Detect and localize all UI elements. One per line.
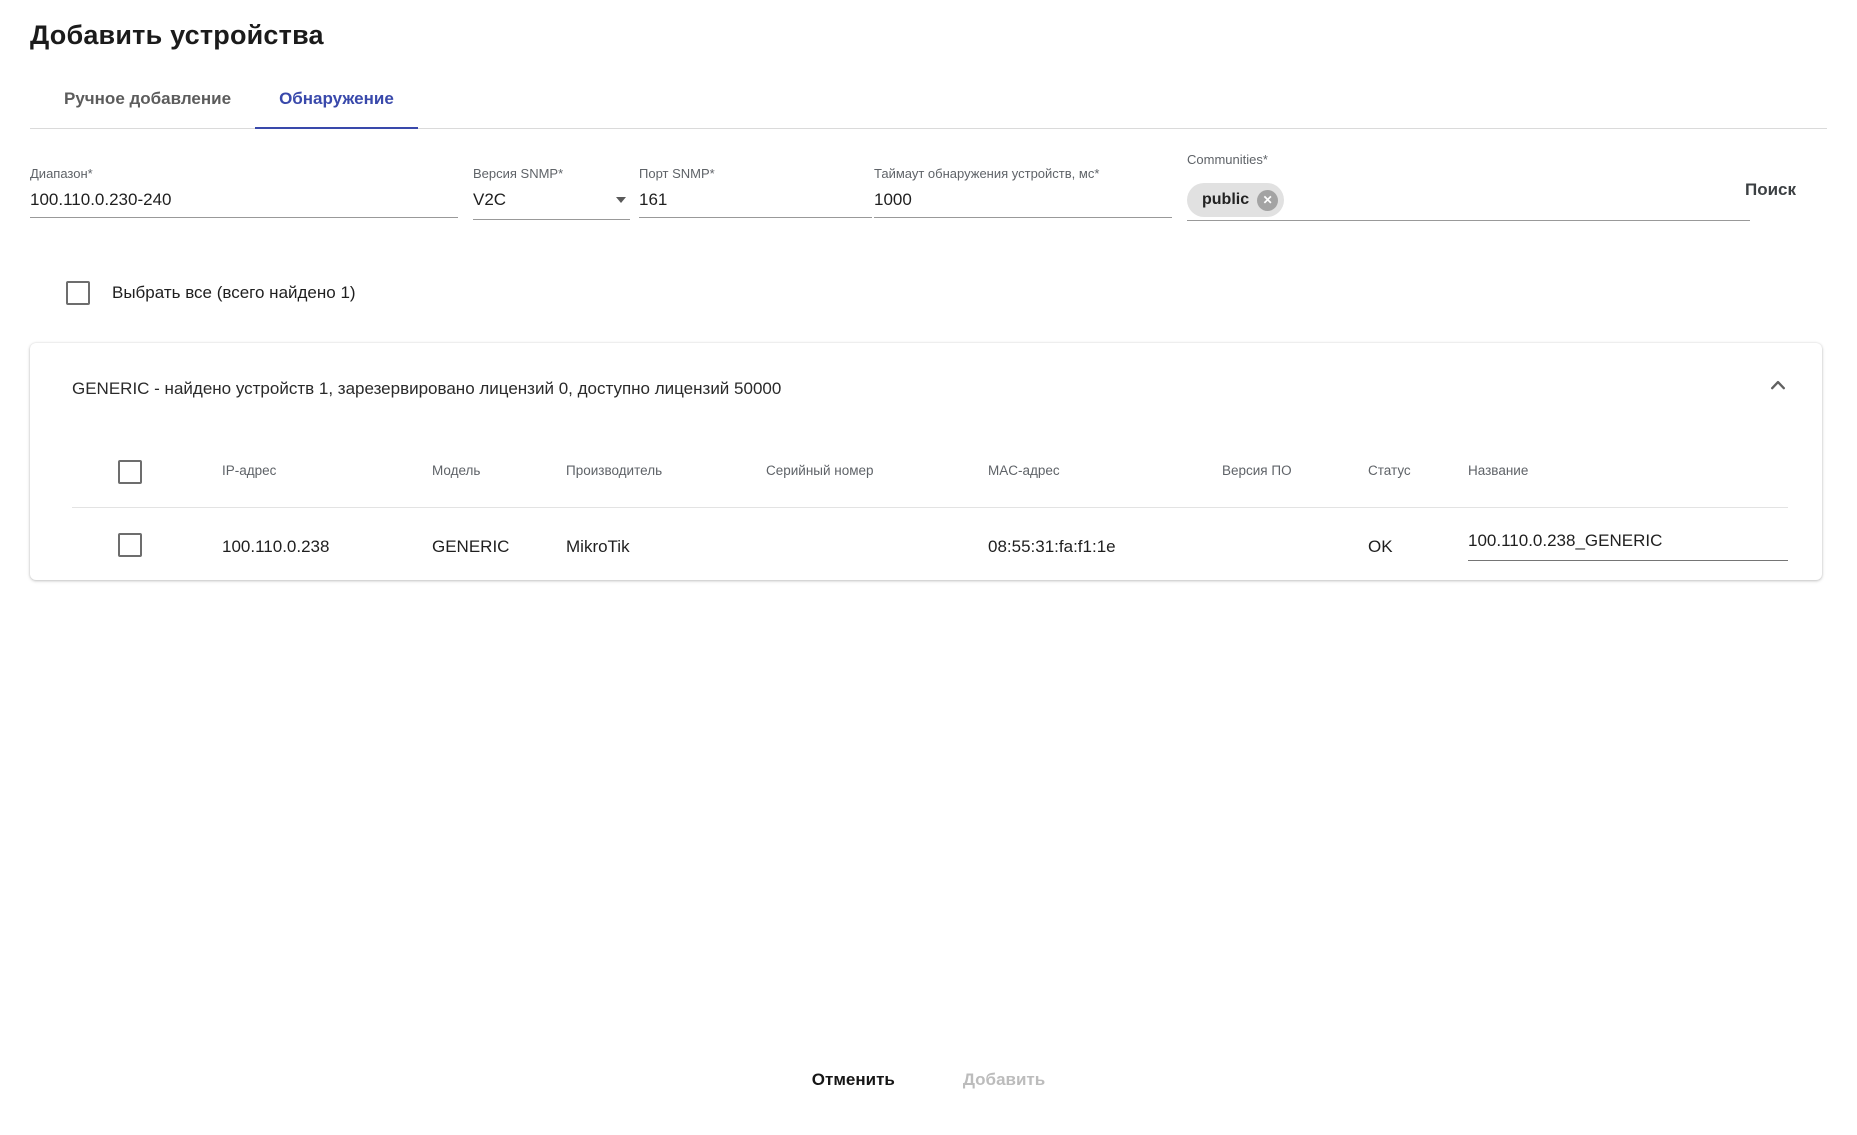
tab-manual-add[interactable]: Ручное добавление bbox=[40, 70, 255, 129]
communities-chip-input[interactable]: public ✕ bbox=[1187, 183, 1750, 221]
col-header-status: Статус bbox=[1368, 463, 1411, 478]
chevron-down-icon bbox=[616, 197, 626, 203]
range-label: Диапазон* bbox=[30, 166, 93, 181]
row-name-input[interactable] bbox=[1468, 529, 1788, 561]
add-devices-page: Добавить устройства Ручное добавление Об… bbox=[0, 0, 1857, 1135]
select-all-label: Выбрать все (всего найдено 1) bbox=[112, 283, 356, 302]
community-chip[interactable]: public ✕ bbox=[1187, 183, 1285, 217]
row-mac: 08:55:31:fa:f1:1e bbox=[988, 537, 1116, 556]
page-title: Добавить устройства bbox=[30, 20, 324, 50]
row-status: OK bbox=[1368, 537, 1393, 556]
cancel-button[interactable]: Отменить bbox=[800, 1062, 907, 1098]
chevron-up-icon bbox=[1764, 380, 1792, 402]
snmp-port-input[interactable] bbox=[639, 188, 872, 218]
col-header-ip: IP-адрес bbox=[222, 463, 277, 478]
row-vendor: MikroTik bbox=[566, 537, 630, 556]
row-model: GENERIC bbox=[432, 537, 510, 556]
dialog-actions: Отменить Добавить bbox=[0, 1062, 1857, 1098]
chip-remove-icon[interactable]: ✕ bbox=[1257, 189, 1279, 211]
community-chip-label: public bbox=[1202, 191, 1250, 208]
row-checkbox[interactable] bbox=[118, 533, 142, 557]
collapse-group-button[interactable] bbox=[1764, 371, 1792, 399]
col-header-mac: MAC-адрес bbox=[988, 463, 1060, 478]
timeout-field: Таймаут обнаружения устройств, мс* bbox=[874, 166, 1172, 218]
select-all-row: Выбрать все (всего найдено 1) bbox=[66, 281, 356, 305]
snmp-version-field: Версия SNMP* V2C bbox=[473, 166, 630, 220]
tab-bar: Ручное добавление Обнаружение bbox=[30, 70, 1827, 129]
timeout-input[interactable] bbox=[874, 188, 1172, 218]
table-header-divider bbox=[72, 507, 1788, 508]
snmp-port-field: Порт SNMP* bbox=[639, 166, 872, 218]
snmp-version-select[interactable]: V2C bbox=[473, 188, 630, 220]
communities-label: Communities* bbox=[1187, 152, 1268, 167]
snmp-version-label: Версия SNMP* bbox=[473, 166, 564, 181]
range-input[interactable] bbox=[30, 188, 458, 218]
col-header-name: Название bbox=[1468, 463, 1529, 478]
col-header-model: Модель bbox=[432, 463, 481, 478]
col-header-vendor: Производитель bbox=[566, 463, 663, 478]
snmp-port-label: Порт SNMP* bbox=[639, 166, 715, 181]
header-select-checkbox[interactable] bbox=[118, 460, 142, 484]
range-field: Диапазон* bbox=[30, 166, 458, 218]
search-button[interactable]: Поиск bbox=[1737, 176, 1804, 204]
add-button[interactable]: Добавить bbox=[951, 1062, 1057, 1098]
tab-discovery[interactable]: Обнаружение bbox=[255, 70, 418, 129]
group-summary: GENERIC - найдено устройств 1, зарезерви… bbox=[72, 379, 782, 398]
communities-field: Communities* public ✕ bbox=[1187, 152, 1750, 221]
select-all-checkbox[interactable] bbox=[66, 281, 90, 305]
row-ip: 100.110.0.238 bbox=[222, 537, 330, 556]
col-header-firmware: Версия ПО bbox=[1222, 463, 1292, 478]
device-group-card: GENERIC - найдено устройств 1, зарезерви… bbox=[30, 343, 1822, 580]
timeout-label: Таймаут обнаружения устройств, мс* bbox=[874, 166, 1100, 181]
col-header-serial: Серийный номер bbox=[766, 463, 874, 478]
snmp-version-value: V2C bbox=[473, 190, 507, 209]
